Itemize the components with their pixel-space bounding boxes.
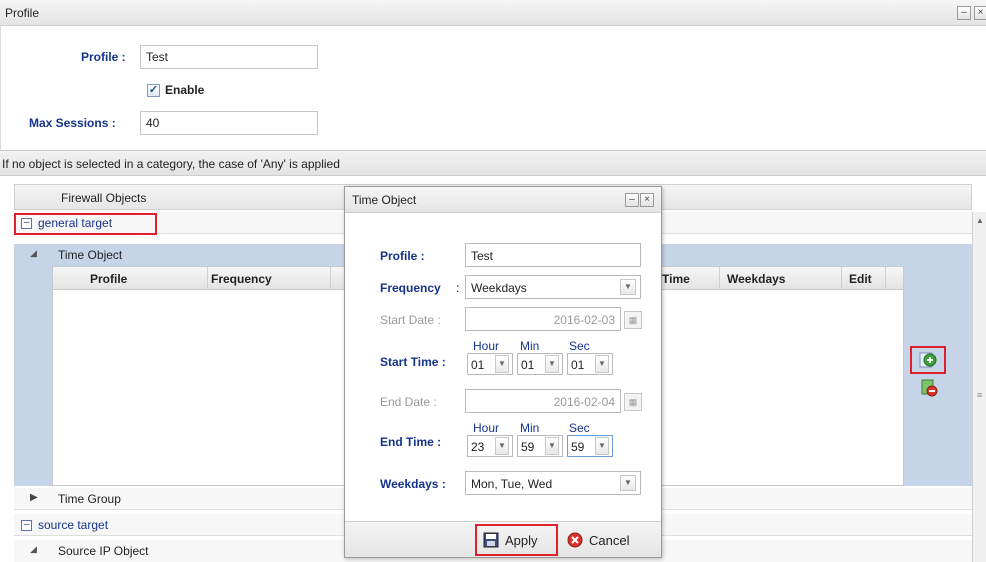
min-label: Min xyxy=(520,339,540,353)
chevron-down-icon[interactable]: ▼ xyxy=(545,437,559,455)
end-hour-select[interactable]: 23 ▼ xyxy=(467,435,513,457)
firewall-objects-header: Firewall Objects xyxy=(61,191,147,205)
max-sessions-input[interactable]: 40 xyxy=(140,111,318,135)
time-object-dialog: Time Object – × Profile : Test Frequency… xyxy=(344,186,662,558)
end-date-label: End Date : xyxy=(380,395,437,409)
window-header: Profile – × xyxy=(0,0,986,26)
expanded-triangle-icon: ◢ xyxy=(30,544,37,554)
expanded-triangle-icon: ◢ xyxy=(30,248,37,258)
start-date-input[interactable]: 2016-02-03 xyxy=(465,307,621,331)
time-group-label: Time Group xyxy=(58,492,121,506)
collapse-icon[interactable]: – xyxy=(21,520,32,531)
end-hour-value: 23 xyxy=(471,440,485,454)
dialog-minimize-button[interactable]: – xyxy=(625,193,639,207)
dialog-profile-input[interactable]: Test xyxy=(465,243,641,267)
end-sec-value: 59 xyxy=(571,440,585,454)
frequency-select[interactable]: Weekdays ▼ xyxy=(465,275,641,299)
info-bar: If no object is selected in a category, … xyxy=(0,150,986,176)
scroll-up-icon[interactable]: ▲ xyxy=(976,216,984,225)
col-profile[interactable]: Profile xyxy=(90,272,127,286)
calendar-icon[interactable]: ▦ xyxy=(624,311,642,329)
scroll-grip-icon[interactable]: ≡ xyxy=(977,390,982,400)
apply-label: Apply xyxy=(505,533,538,548)
sec-label: Sec xyxy=(569,339,590,353)
col-weekdays[interactable]: Weekdays xyxy=(727,272,785,286)
start-date-label: Start Date : xyxy=(380,313,441,327)
calendar-icon[interactable]: ▦ xyxy=(624,393,642,411)
dialog-title: Time Object xyxy=(352,193,417,207)
collapsed-triangle-icon: ▶ xyxy=(30,492,38,503)
end-min-select[interactable]: 59 ▼ xyxy=(517,435,563,457)
chevron-down-icon[interactable]: ▼ xyxy=(620,475,636,491)
frequency-label: Frequency xyxy=(380,281,441,295)
add-button[interactable] xyxy=(918,350,938,370)
chevron-down-icon[interactable]: ▼ xyxy=(495,437,509,455)
frequency-colon: : xyxy=(456,281,460,295)
col-separator xyxy=(885,267,886,291)
chevron-down-icon[interactable]: ▼ xyxy=(545,355,559,373)
window-title: Profile xyxy=(5,6,40,20)
collapse-icon[interactable]: – xyxy=(21,218,32,229)
enable-checkbox[interactable]: ✓ xyxy=(147,84,160,97)
col-frequency[interactable]: Frequency xyxy=(211,272,272,286)
profile-label: Profile : xyxy=(81,50,126,64)
sec-label: Sec xyxy=(569,421,590,435)
max-sessions-label: Max Sessions : xyxy=(29,116,116,130)
apply-button[interactable]: Apply xyxy=(483,530,553,550)
start-hour-value: 01 xyxy=(471,358,485,372)
start-min-value: 01 xyxy=(521,358,535,372)
enable-label: Enable xyxy=(165,83,205,97)
dialog-footer: Apply Cancel xyxy=(345,521,661,557)
delete-icon xyxy=(921,379,938,397)
dialog-close-button[interactable]: × xyxy=(640,193,654,207)
end-date-input[interactable]: 2016-02-04 xyxy=(465,389,621,413)
col-separator xyxy=(841,267,842,291)
start-min-select[interactable]: 01 ▼ xyxy=(517,353,563,375)
weekdays-value: Mon, Tue, Wed xyxy=(471,477,553,491)
start-time-label: Start Time : xyxy=(380,355,446,369)
cancel-button[interactable]: Cancel xyxy=(565,530,649,550)
col-separator xyxy=(719,267,720,291)
add-icon xyxy=(919,352,937,368)
save-icon xyxy=(483,532,499,548)
frequency-value: Weekdays xyxy=(471,281,527,295)
dialog-header: Time Object – × xyxy=(345,187,661,213)
info-text: If no object is selected in a category, … xyxy=(2,157,340,171)
end-time-label: End Time : xyxy=(380,435,442,449)
cancel-icon xyxy=(567,532,583,548)
min-label: Min xyxy=(520,421,540,435)
dialog-profile-label: Profile : xyxy=(380,249,425,263)
col-separator xyxy=(207,267,208,291)
start-sec-value: 01 xyxy=(571,358,585,372)
chevron-down-icon[interactable]: ▼ xyxy=(620,279,636,295)
cancel-label: Cancel xyxy=(589,533,630,548)
weekdays-label: Weekdays : xyxy=(380,477,446,491)
weekdays-select[interactable]: Mon, Tue, Wed ▼ xyxy=(465,471,641,495)
hour-label: Hour xyxy=(473,421,500,435)
end-sec-select[interactable]: 59 ▼ xyxy=(567,435,613,457)
vertical-scrollbar[interactable]: ▲ ≡ xyxy=(972,212,986,562)
general-target-label: general target xyxy=(38,216,113,230)
source-target-label: source target xyxy=(38,518,109,532)
hour-label: Hour xyxy=(473,339,500,353)
start-hour-select[interactable]: 01 ▼ xyxy=(467,353,513,375)
col-separator xyxy=(330,267,331,291)
close-button[interactable]: × xyxy=(974,6,986,20)
delete-button[interactable] xyxy=(920,378,940,398)
profile-form: Profile : Test ✓ Enable Max Sessions : 4… xyxy=(0,26,986,150)
minimize-button[interactable]: – xyxy=(957,6,971,20)
col-time[interactable]: Time xyxy=(662,272,690,286)
time-object-label: Time Object xyxy=(58,248,123,262)
chevron-down-icon[interactable]: ▼ xyxy=(595,355,609,373)
col-edit[interactable]: Edit xyxy=(849,272,872,286)
source-ip-label: Source IP Object xyxy=(58,544,149,558)
chevron-down-icon[interactable]: ▼ xyxy=(595,437,609,455)
profile-input[interactable]: Test xyxy=(140,45,318,69)
chevron-down-icon[interactable]: ▼ xyxy=(495,355,509,373)
start-sec-select[interactable]: 01 ▼ xyxy=(567,353,613,375)
end-min-value: 59 xyxy=(521,440,535,454)
